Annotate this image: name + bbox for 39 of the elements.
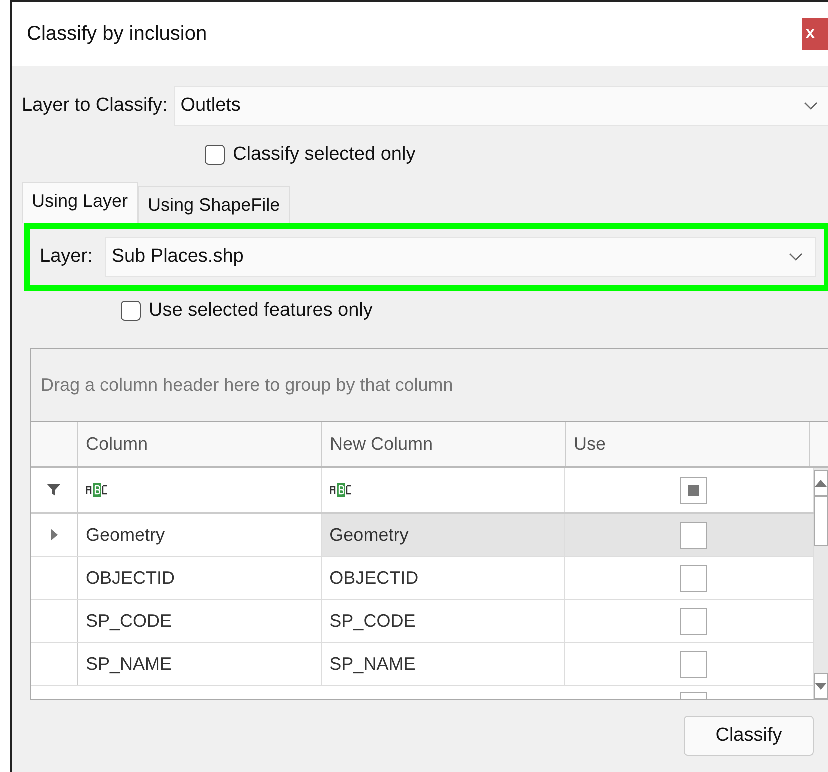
scroll-down-icon[interactable] bbox=[815, 682, 827, 690]
text-filter-icon[interactable] bbox=[86, 482, 108, 498]
table-cell: OBJECTID bbox=[78, 557, 322, 599]
scrollbar[interactable] bbox=[814, 468, 828, 699]
checkbox-label: Classify selected only bbox=[233, 144, 416, 166]
checkbox[interactable] bbox=[680, 650, 707, 678]
classify-button[interactable]: Classify bbox=[684, 716, 814, 756]
text-filter-icon[interactable] bbox=[330, 482, 352, 498]
layer-dropdown[interactable]: Outlets bbox=[174, 86, 828, 126]
column-header[interactable]: Column bbox=[78, 422, 322, 466]
filter-checkbox[interactable] bbox=[680, 476, 707, 504]
tab[interactable]: Using ShapeFile bbox=[138, 186, 290, 223]
scroll-up-icon[interactable] bbox=[815, 480, 827, 486]
chevron-down-icon bbox=[789, 253, 803, 261]
checkbox[interactable] bbox=[121, 301, 141, 321]
column-header[interactable]: Use bbox=[566, 422, 810, 466]
close-button[interactable]: x bbox=[802, 18, 828, 50]
column-header[interactable]: New Column bbox=[322, 422, 566, 466]
layer-dropdown[interactable]: Sub Places.shp bbox=[104, 237, 816, 277]
chevron-down-icon bbox=[804, 102, 818, 110]
window-title: Classify by inclusion bbox=[27, 22, 208, 46]
field-label: Layer: bbox=[40, 246, 93, 268]
checkbox-label: Use selected features only bbox=[149, 300, 373, 322]
table-cell: SP_NAME bbox=[78, 643, 322, 685]
checkbox[interactable] bbox=[205, 145, 225, 165]
table-cell: SP_NAME bbox=[322, 643, 566, 685]
table-cell: SP_CODE bbox=[322, 600, 566, 642]
row-indicator-icon bbox=[50, 529, 58, 541]
field-label: Layer to Classify: bbox=[22, 95, 168, 117]
checkbox[interactable] bbox=[680, 608, 707, 634]
checkbox[interactable] bbox=[680, 564, 707, 592]
table-cell: Geometry bbox=[322, 514, 566, 556]
tab[interactable]: Using Layer bbox=[22, 182, 138, 223]
checkbox[interactable] bbox=[680, 522, 707, 548]
scrollbar-thumb[interactable] bbox=[814, 496, 828, 546]
table-cell: OBJECTID bbox=[322, 557, 566, 599]
table-cell: SP_CODE bbox=[78, 600, 322, 642]
filter-icon[interactable] bbox=[47, 483, 61, 497]
group-panel-hint: Drag a column header here to group by that column bbox=[41, 374, 454, 396]
